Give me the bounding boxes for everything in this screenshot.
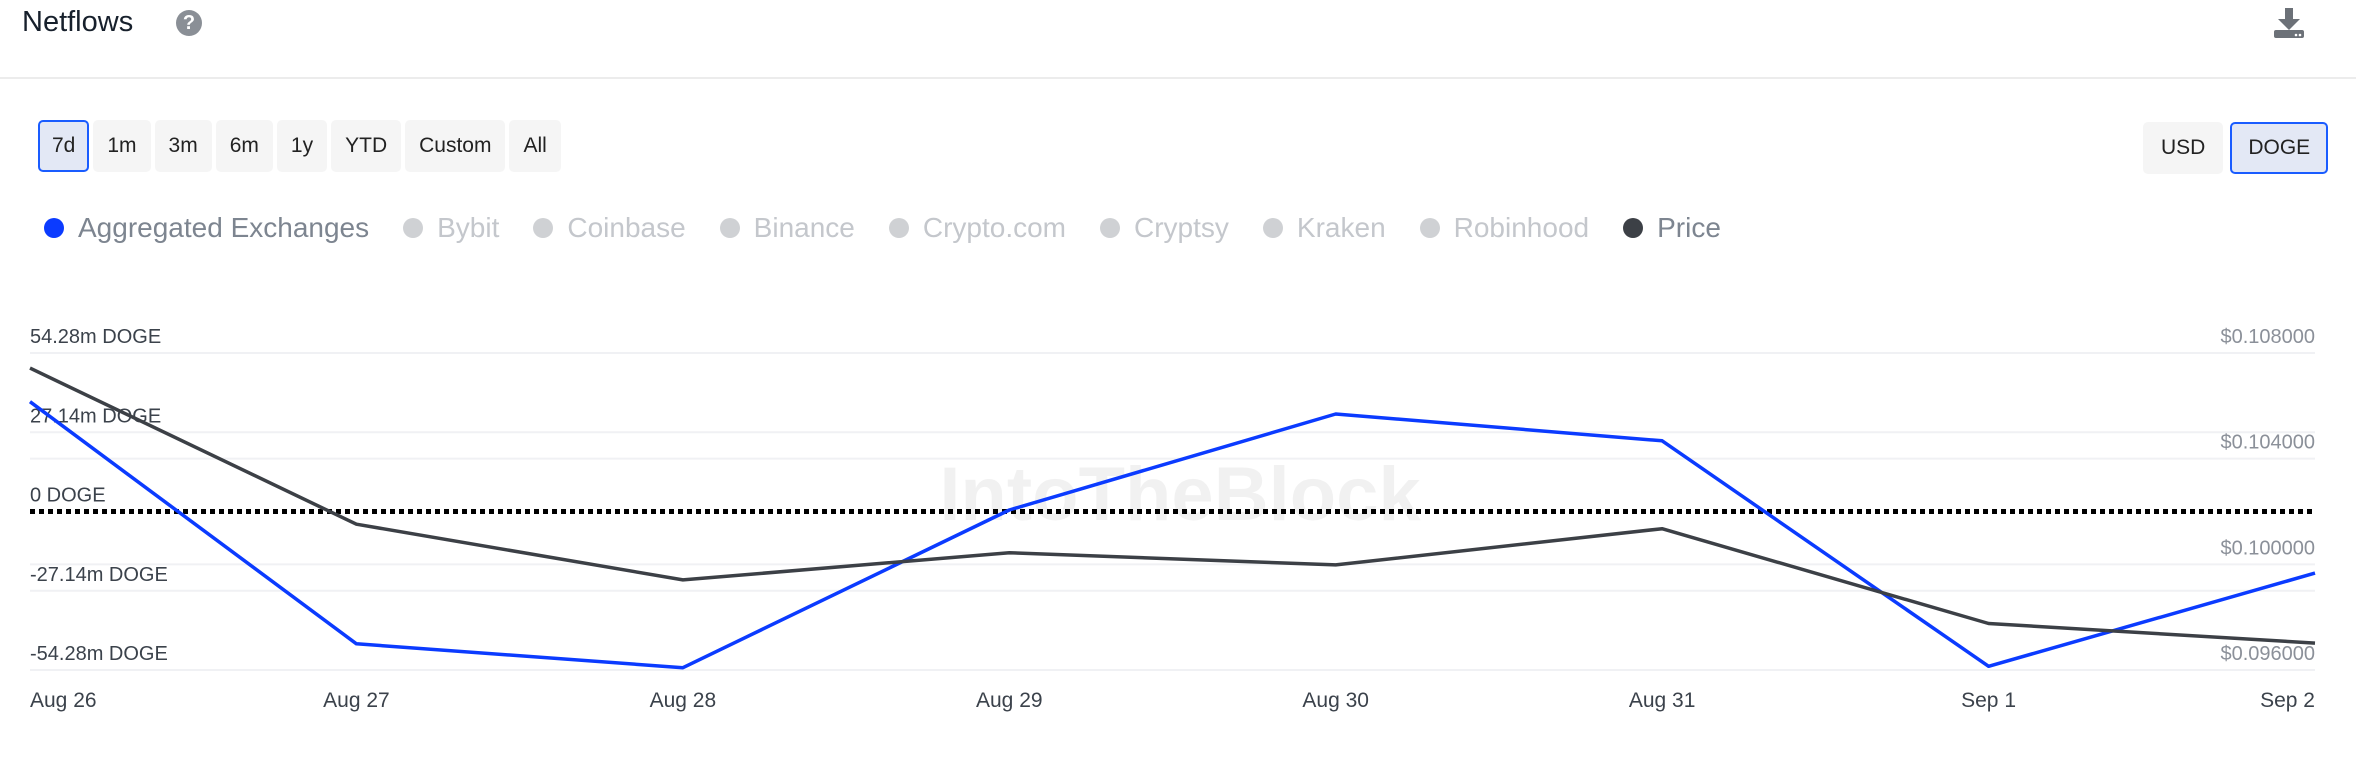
x-axis-tick-label: Aug 28 (650, 689, 717, 712)
left-axis-tick-label: -54.28m DOGE (30, 643, 168, 665)
netflows-chart: IntoTheBlock54.28m DOGE27.14m DOGE0 DOGE… (28, 326, 2316, 712)
x-axis-tick-label: Aug 31 (1629, 689, 1696, 712)
x-axis-tick-label: Aug 29 (976, 689, 1043, 712)
x-axis-tick-label: Aug 27 (323, 689, 390, 712)
watermark-logo: IntoTheBlock (939, 452, 1421, 537)
left-axis-tick-label: 0 DOGE (30, 485, 106, 507)
x-axis-tick-label: Sep 2 (2260, 689, 2315, 712)
right-axis-tick-label: $0.108000 (2220, 326, 2315, 348)
right-axis-tick-label: $0.100000 (2220, 537, 2315, 559)
right-axis-tick-label: $0.096000 (2220, 643, 2315, 665)
x-axis-tick-label: Aug 26 (30, 689, 97, 712)
left-axis-tick-label: 54.28m DOGE (30, 326, 161, 348)
x-axis-tick-label: Aug 30 (1302, 689, 1369, 712)
x-axis-tick-label: Sep 1 (1961, 689, 2016, 712)
right-axis-tick-label: $0.104000 (2220, 432, 2315, 454)
left-axis-tick-label: -27.14m DOGE (30, 564, 168, 586)
